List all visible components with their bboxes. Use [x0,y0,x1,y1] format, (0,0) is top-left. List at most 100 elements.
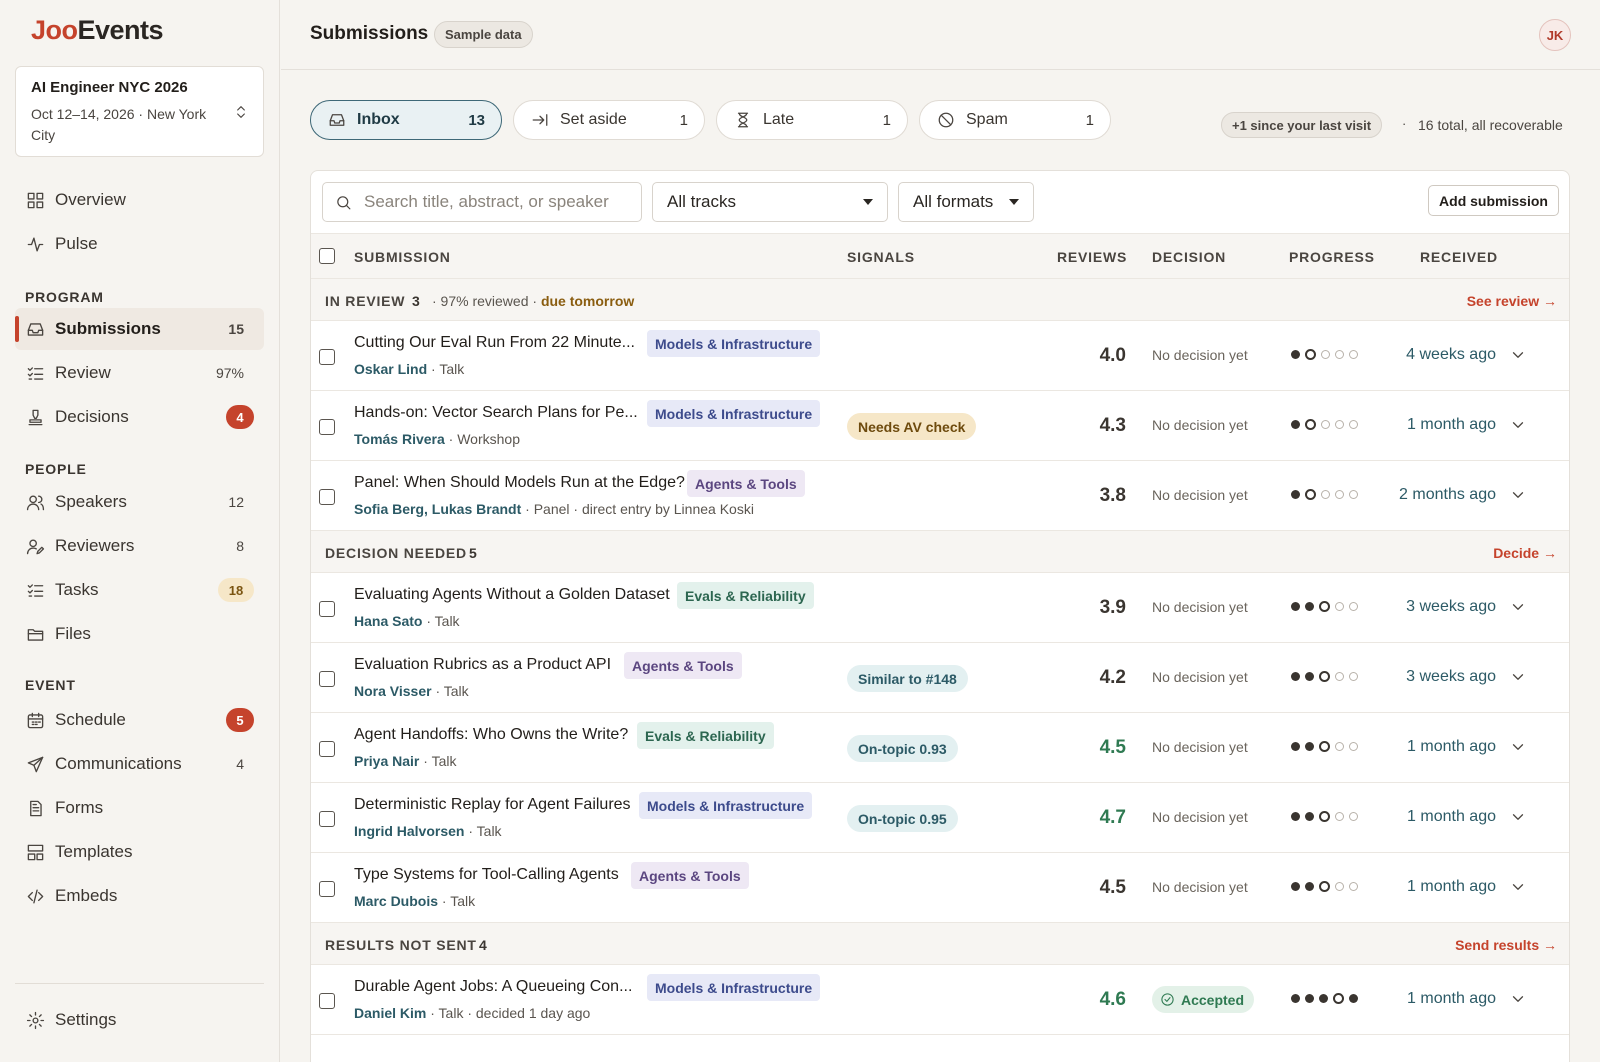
sidebar-item-label: Templates [55,842,133,861]
sidebar-item-forms[interactable]: Forms [15,787,264,829]
table-row[interactable]: Panel: When Should Models Run at the Edg… [311,461,1569,531]
sidebar-item-overview[interactable]: Overview [15,179,264,221]
received-time: 1 month ago [1407,878,1496,895]
progress-dot [1319,741,1330,752]
send-results-link[interactable]: Send results → [1455,937,1557,953]
sidebar-item-settings[interactable]: Settings [15,999,264,1041]
submission-title[interactable]: Type Systems for Tool-Calling Agents [354,866,619,884]
chevron-down-icon[interactable] [1509,738,1527,756]
submission-title[interactable]: Durable Agent Jobs: A Queueing Con... [354,978,632,996]
chevron-down-icon[interactable] [1509,416,1527,434]
tracks-select[interactable]: All tracks [652,182,888,222]
column-header-progress[interactable]: PROGRESS [1289,249,1375,265]
tab-inbox[interactable]: Inbox 13 [310,100,502,140]
search-input[interactable] [364,192,624,212]
row-checkbox[interactable] [319,489,335,505]
submission-title[interactable]: Deterministic Replay for Agent Failures [354,796,631,814]
received-time: 1 month ago [1407,990,1496,1007]
table-row[interactable]: Agent Handoffs: Who Owns the Write? Eval… [311,713,1569,783]
signal-badge: Similar to #148 [847,665,968,692]
submission-title[interactable]: Hands-on: Vector Search Plans for Pe... [354,404,638,422]
table-row[interactable]: Deterministic Replay for Agent Failures … [311,783,1569,853]
speaker-link[interactable]: Ingrid Halvorsen [354,823,464,839]
table-row[interactable]: Durable Agent Jobs: A Queueing Con... Mo… [311,965,1569,1035]
speaker-link[interactable]: Marc Dubois [354,893,438,909]
decisions-badge: 4 [226,405,254,429]
progress-dot [1291,490,1300,499]
chevron-down-icon[interactable] [1509,598,1527,616]
table-row[interactable]: Hands-on: Vector Search Plans for Pe... … [311,391,1569,461]
app-logo[interactable]: JooEvents [31,15,164,46]
speaker-link[interactable]: Nora Visser [354,683,432,699]
table-row[interactable]: Type Systems for Tool-Calling Agents Age… [311,853,1569,923]
chevron-down-icon[interactable] [1509,346,1527,364]
sidebar-item-embeds[interactable]: Embeds [15,875,264,917]
submission-title[interactable]: Evaluation Rubrics as a Product API [354,656,611,674]
send-icon [25,754,45,774]
sidebar-item-reviewers[interactable]: Reviewers 8 [15,525,264,567]
speaker-link[interactable]: Oskar Lind [354,361,427,377]
row-checkbox[interactable] [319,671,335,687]
speaker-link[interactable]: Daniel Kim [354,1005,426,1021]
select-all-checkbox[interactable] [319,248,335,264]
submission-title[interactable]: Evaluating Agents Without a Golden Datas… [354,586,670,604]
speaker-link[interactable]: Hana Sato [354,613,422,629]
sidebar-item-pulse[interactable]: Pulse [15,223,264,265]
row-checkbox[interactable] [319,993,335,1009]
sidebar-item-decisions[interactable]: Decisions 4 [15,396,264,438]
chevron-down-icon[interactable] [1509,486,1527,504]
sidebar-item-files[interactable]: Files [15,613,264,655]
column-header-received[interactable]: RECEIVED [1420,249,1498,265]
sidebar-item-submissions[interactable]: Submissions 15 [15,308,264,350]
event-switcher[interactable]: AI Engineer NYC 2026 Oct 12–14, 2026 · N… [15,66,264,157]
decide-link[interactable]: Decide → [1493,545,1557,561]
sidebar-item-speakers[interactable]: Speakers 12 [15,481,264,523]
submission-title[interactable]: Cutting Our Eval Run From 22 Minute... [354,334,635,352]
speaker-link[interactable]: Sofia Berg, Lukas Brandt [354,501,521,517]
column-header-reviews[interactable]: REVIEWS [1057,249,1127,265]
table-row[interactable]: Cutting Our Eval Run From 22 Minute... M… [311,321,1569,391]
row-checkbox[interactable] [319,741,335,757]
submission-title[interactable]: Panel: When Should Models Run at the Edg… [354,474,685,492]
tab-late[interactable]: Late 1 [716,100,908,140]
submission-title[interactable]: Agent Handoffs: Who Owns the Write? [354,726,628,744]
sidebar-item-tasks[interactable]: Tasks 18 [15,569,264,611]
add-submission-button[interactable]: Add submission [1428,185,1559,216]
tab-label: Set aside [560,111,627,128]
row-checkbox[interactable] [319,601,335,617]
submission-meta: Sofia Berg, Lukas Brandt · Panel · direc… [354,501,754,517]
column-header-decision[interactable]: DECISION [1152,249,1226,265]
tab-set-aside[interactable]: Set aside 1 [513,100,705,140]
chevron-down-icon[interactable] [1509,990,1527,1008]
chevron-down-icon[interactable] [1509,668,1527,686]
formats-select[interactable]: All formats [898,182,1034,222]
chevron-down-icon[interactable] [1509,808,1527,826]
row-checkbox[interactable] [319,881,335,897]
avatar[interactable]: JK [1539,19,1571,51]
speaker-link[interactable]: Tomás Rivera [354,431,445,447]
search-box[interactable] [322,182,642,222]
see-review-link[interactable]: See review → [1467,293,1557,309]
tab-spam[interactable]: Spam 1 [919,100,1111,140]
progress-dot [1305,882,1314,891]
table-row[interactable]: Evaluation Rubrics as a Product API Agen… [311,643,1569,713]
sidebar-item-templates[interactable]: Templates [15,831,264,873]
progress-dot [1335,812,1344,821]
table-row[interactable]: Evaluating Agents Without a Golden Datas… [311,573,1569,643]
sidebar-item-review[interactable]: Review 97% [15,352,264,394]
row-checkbox[interactable] [319,349,335,365]
sidebar-item-communications[interactable]: Communications 4 [15,743,264,785]
progress-dot [1335,742,1344,751]
row-checkbox[interactable] [319,419,335,435]
row-checkbox[interactable] [319,811,335,827]
progress-dot [1305,672,1314,681]
progress-dot [1321,350,1330,359]
speaker-link[interactable]: Priya Nair [354,753,419,769]
sidebar-item-schedule[interactable]: Schedule 5 [15,699,264,741]
progress-dot [1335,420,1344,429]
submission-meta: Ingrid Halvorsen · Talk [354,823,502,839]
column-header-submission[interactable]: SUBMISSION [354,249,451,265]
chevron-down-icon[interactable] [1509,878,1527,896]
column-header-signals[interactable]: SIGNALS [847,249,915,265]
progress-dots [1291,601,1358,612]
